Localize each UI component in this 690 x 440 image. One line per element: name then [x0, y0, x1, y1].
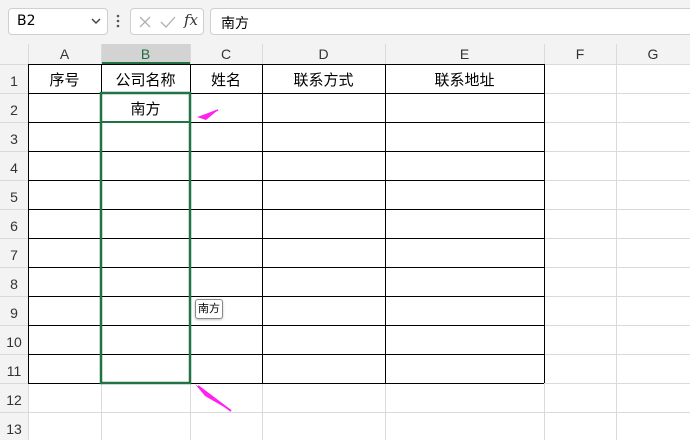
- row-header-1[interactable]: 1: [0, 73, 28, 89]
- row-header-7[interactable]: 7: [0, 247, 28, 263]
- formula-bar: B2 fx 南方: [0, 0, 690, 44]
- column-header-g[interactable]: G: [616, 44, 690, 64]
- column-header-e[interactable]: E: [385, 44, 544, 64]
- name-box-value: B2: [17, 13, 36, 29]
- column-header-f[interactable]: F: [544, 44, 616, 64]
- row-header-8[interactable]: 8: [0, 276, 28, 292]
- formula-buttons: fx: [130, 8, 204, 35]
- formula-input[interactable]: 南方: [210, 8, 690, 35]
- name-box[interactable]: B2: [8, 8, 108, 35]
- cancel-icon[interactable]: [137, 14, 153, 30]
- spreadsheet-grid[interactable]: A B C D E F G 1 2 3 4 5 6 7 8 9 10 11 12…: [0, 44, 690, 440]
- row-header-13[interactable]: 13: [0, 421, 28, 437]
- formula-value: 南方: [221, 16, 249, 32]
- cell-e1[interactable]: 联系地址: [385, 69, 544, 90]
- cell-c1[interactable]: 姓名: [190, 69, 262, 90]
- cell-a1[interactable]: 序号: [28, 69, 101, 90]
- cell-b1[interactable]: 公司名称: [101, 69, 190, 90]
- arrow-annotation-shaft: [197, 385, 232, 412]
- row-header-11[interactable]: 11: [0, 363, 28, 379]
- more-options-icon[interactable]: [116, 13, 120, 29]
- confirm-icon[interactable]: [159, 14, 177, 30]
- column-header-b[interactable]: B: [101, 44, 190, 64]
- row-header-6[interactable]: 6: [0, 218, 28, 234]
- column-header-d[interactable]: D: [262, 44, 385, 64]
- cell-d1[interactable]: 联系方式: [262, 69, 385, 90]
- cell-b2[interactable]: 南方: [101, 98, 190, 119]
- column-header-c[interactable]: C: [190, 44, 262, 64]
- column-header-a[interactable]: A: [28, 44, 101, 64]
- row-header-5[interactable]: 5: [0, 189, 28, 205]
- row-header-3[interactable]: 3: [0, 131, 28, 147]
- autofill-tooltip: 南方: [195, 299, 223, 319]
- function-icon[interactable]: fx: [184, 11, 198, 29]
- row-header-4[interactable]: 4: [0, 160, 28, 176]
- row-header-9[interactable]: 9: [0, 305, 28, 321]
- row-header-12[interactable]: 12: [0, 392, 28, 408]
- row-header-2[interactable]: 2: [0, 102, 28, 118]
- chevron-down-icon[interactable]: [89, 14, 103, 28]
- row-header-10[interactable]: 10: [0, 334, 28, 350]
